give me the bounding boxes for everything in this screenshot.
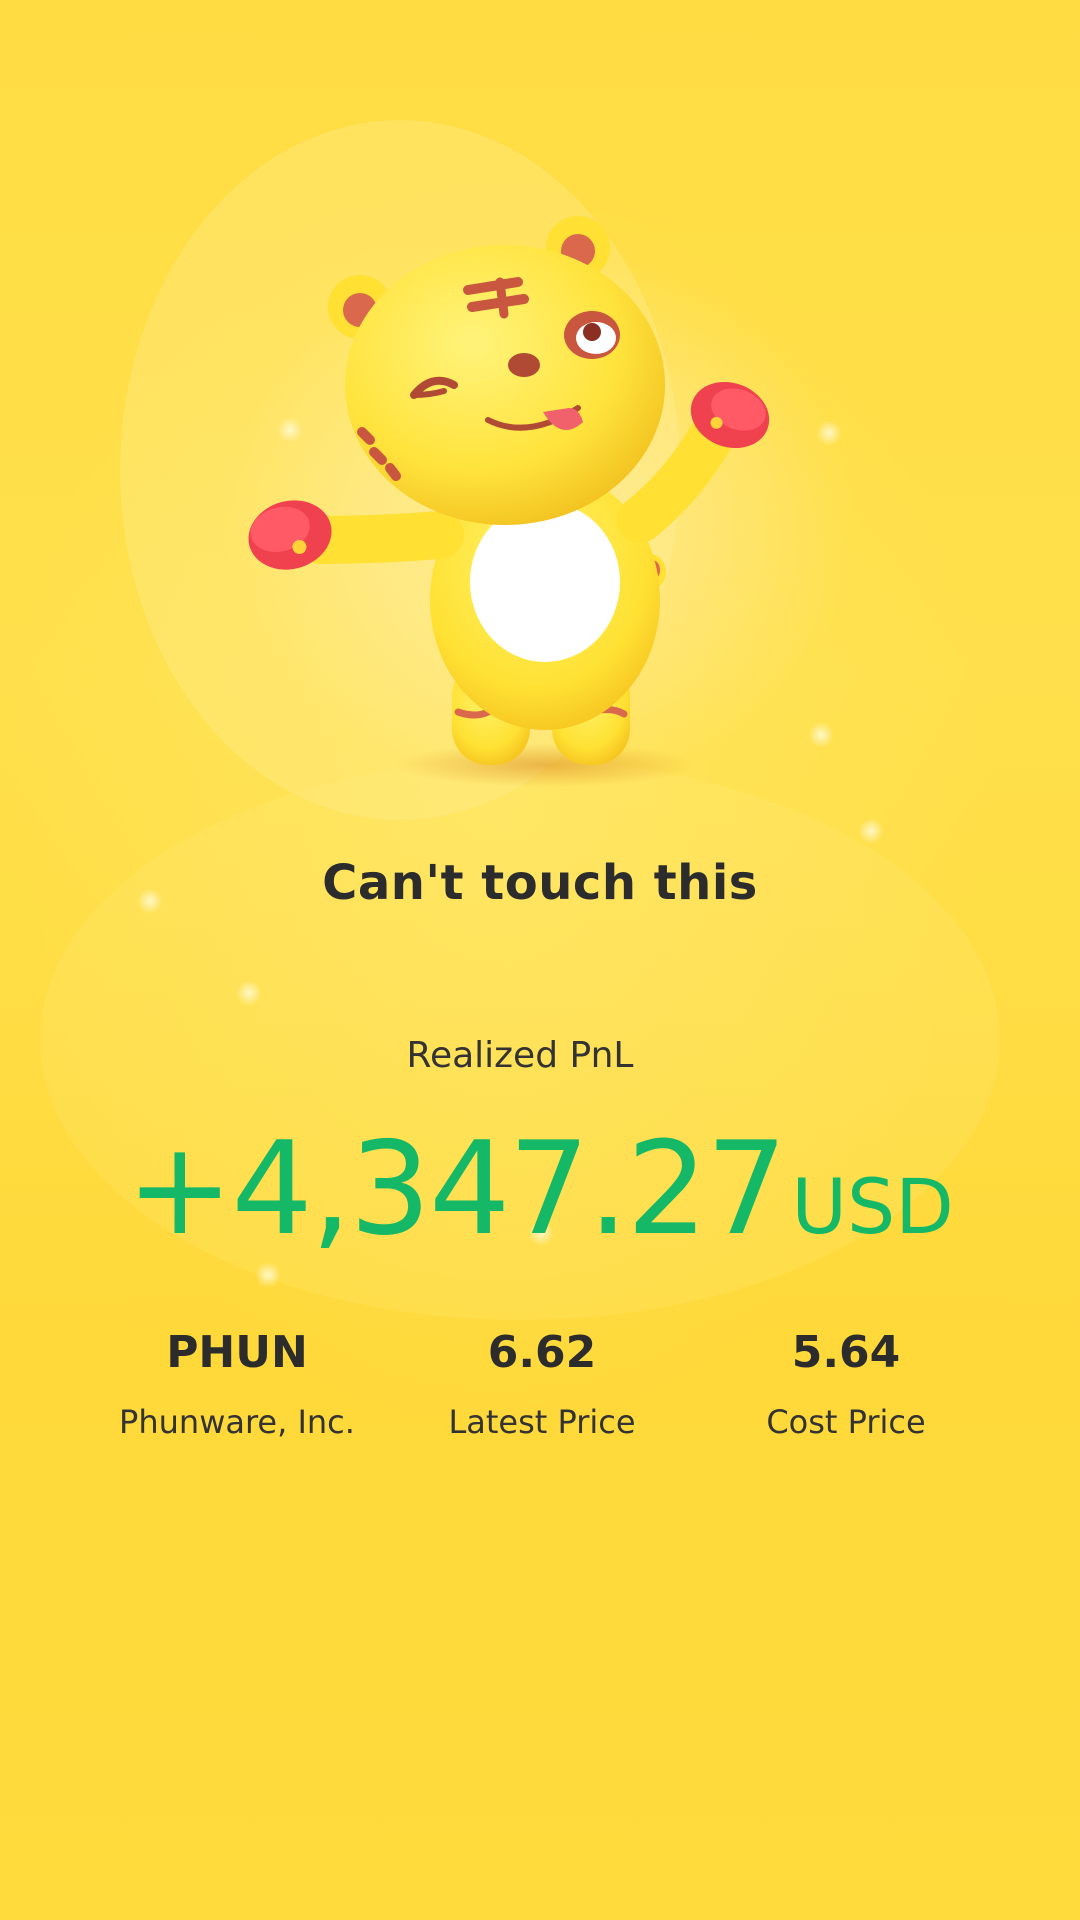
- tiger-mascot-icon: [248, 216, 770, 787]
- stat-cost-price: 5.64 Cost Price: [676, 1325, 1016, 1441]
- pnl-amount: +4,347.27: [126, 1115, 787, 1264]
- pnl-currency: USD: [791, 1162, 954, 1251]
- stat-latest-price: 6.62 Latest Price: [372, 1325, 712, 1441]
- realized-pnl-value: +4,347.27USD: [0, 1115, 1080, 1264]
- stat-ticker: PHUN Phunware, Inc.: [67, 1325, 407, 1441]
- latest-price-label: Latest Price: [448, 1403, 636, 1441]
- cost-price-value: 5.64: [791, 1327, 901, 1378]
- sparkle: [858, 818, 884, 844]
- latest-price-value: 6.62: [487, 1327, 597, 1378]
- sparkle: [255, 1262, 281, 1288]
- company-name: Phunware, Inc.: [119, 1403, 355, 1441]
- cost-price-label: Cost Price: [766, 1403, 926, 1441]
- realized-pnl-label: Realized PnL: [406, 1035, 634, 1076]
- ticker-symbol: PHUN: [166, 1327, 308, 1378]
- headline: Can't touch this: [322, 855, 758, 911]
- sparkle: [236, 980, 262, 1006]
- sparkle: [816, 420, 842, 446]
- sparkle: [808, 722, 834, 748]
